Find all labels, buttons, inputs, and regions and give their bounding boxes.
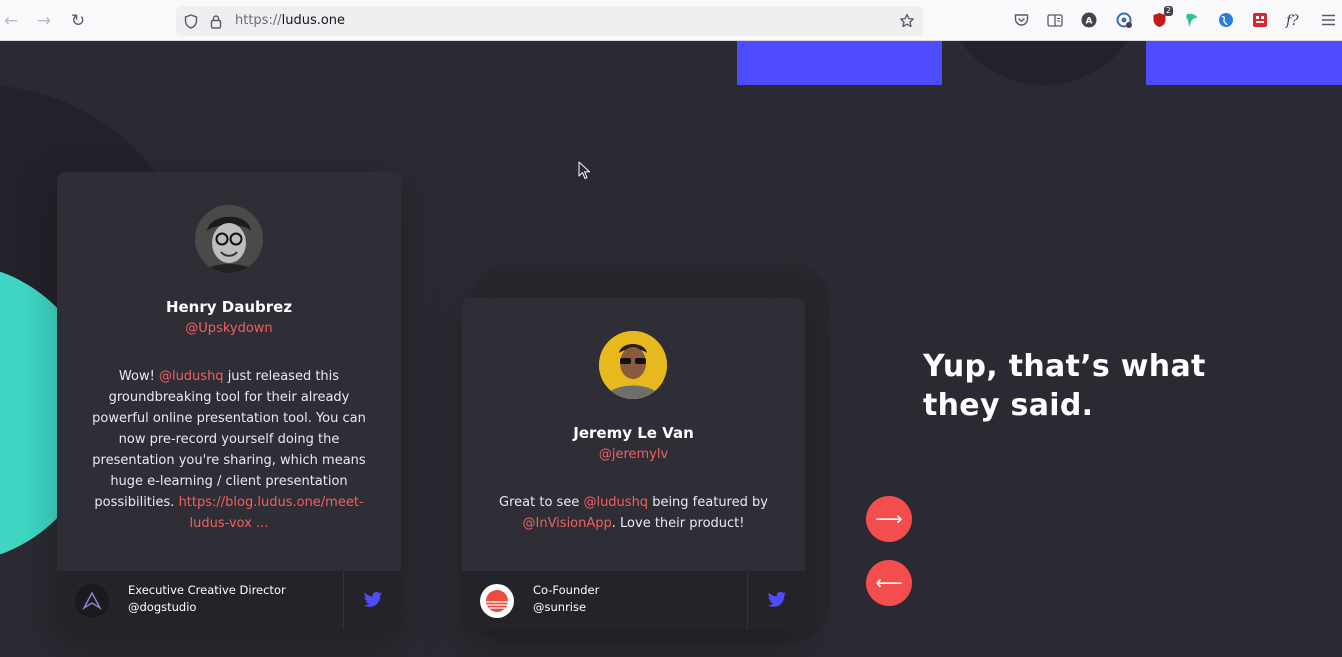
twitter-icon[interactable] xyxy=(767,591,787,609)
green-extension-icon[interactable] xyxy=(1183,11,1201,29)
author-handle-link[interactable]: @Upskydown xyxy=(57,321,401,336)
blue-block-right-decoration xyxy=(1146,41,1342,85)
dogstudio-logo xyxy=(75,584,109,618)
blog-link[interactable]: https://blog.ludus.one/meet-ludus-vox ..… xyxy=(179,495,364,531)
lock-icon[interactable] xyxy=(207,12,225,30)
quote-text: . Love their product! xyxy=(611,516,745,531)
url-text: https://ludus.one xyxy=(235,13,345,28)
author-name: Henry Daubrez xyxy=(165,298,293,316)
quote-text: just released this groundbreaking tool f… xyxy=(92,369,366,510)
ublock-icon[interactable]: 2 xyxy=(1150,6,1173,29)
svg-text:A: A xyxy=(1086,17,1093,27)
privacy-extension-icon[interactable] xyxy=(1115,11,1133,29)
red-grid-extension-icon[interactable] xyxy=(1251,11,1269,29)
reader-view-icon[interactable] xyxy=(1046,11,1064,29)
url-host: ludus.one xyxy=(281,13,346,28)
quote-text: being featured by xyxy=(648,495,768,510)
mention-link[interactable]: @ludushq xyxy=(583,495,648,510)
testimonials-section: Henry Daubrez @Upskydown Wow! @ludushq j… xyxy=(0,41,1342,657)
svg-text:f?: f? xyxy=(1285,13,1299,28)
url-protocol: https:// xyxy=(235,13,282,28)
blue-block-left-decoration xyxy=(737,41,942,85)
sunrise-logo xyxy=(480,584,514,618)
company-handle: @dogstudio xyxy=(128,600,197,614)
menu-icon[interactable] xyxy=(1319,11,1337,29)
testimonial-card-henry: Henry Daubrez @Upskydown Wow! @ludushq j… xyxy=(57,172,401,630)
author-handle-link[interactable]: @jeremylv xyxy=(462,447,805,462)
testimonial-quote: Wow! @ludushq just released this groundb… xyxy=(89,366,369,534)
pocket-icon[interactable] xyxy=(1012,11,1030,29)
footer-divider xyxy=(747,571,748,630)
shield-icon[interactable] xyxy=(182,12,200,30)
author-role: Co-Founder @sunrise xyxy=(533,582,599,616)
card-footer: Co-Founder @sunrise xyxy=(462,571,805,630)
company-handle: @sunrise xyxy=(533,600,587,614)
author-role: Executive Creative Director @dogstudio xyxy=(128,582,286,616)
browser-toolbar: ← → ↻ https://ludus.one A 2 f? xyxy=(0,0,1342,41)
dark-arc-decoration xyxy=(942,41,1146,85)
author-name: Jeremy Le Van xyxy=(573,424,694,442)
role-title: Co-Founder xyxy=(533,583,600,597)
quote-text: Wow! xyxy=(118,369,159,384)
extension-badge: 2 xyxy=(1163,6,1173,16)
mention-link[interactable]: @ludushq xyxy=(159,369,224,384)
back-icon[interactable]: ← xyxy=(0,10,22,32)
mention-link[interactable]: @InVisionApp xyxy=(523,516,612,531)
avatar xyxy=(195,205,263,273)
mouse-cursor-icon xyxy=(578,161,591,185)
testimonial-card-jeremy: Jeremy Le Van @jeremylv Great to see @lu… xyxy=(462,298,805,630)
forward-icon[interactable]: → xyxy=(33,10,55,32)
twitter-icon[interactable] xyxy=(363,591,383,609)
next-arrow-button[interactable]: ⟶ xyxy=(866,496,912,542)
account-extension-icon[interactable]: A xyxy=(1080,11,1098,29)
reload-icon[interactable]: ↻ xyxy=(67,10,89,32)
testimonial-quote: Great to see @ludushq being featured by … xyxy=(486,492,781,534)
card-footer: Executive Creative Director @dogstudio xyxy=(57,571,401,630)
globe-extension-icon[interactable] xyxy=(1217,11,1235,29)
footer-divider xyxy=(343,571,344,630)
bookmark-star-icon[interactable] xyxy=(898,12,916,30)
address-bar[interactable]: https://ludus.one xyxy=(176,6,923,36)
role-title: Executive Creative Director xyxy=(128,583,286,597)
avatar xyxy=(599,331,667,399)
section-headline: Yup, that’s what they said. xyxy=(923,349,1206,423)
font-finder-icon[interactable]: f? xyxy=(1285,11,1303,29)
quote-text: Great to see xyxy=(499,495,584,510)
previous-arrow-button[interactable]: ⟵ xyxy=(866,560,912,606)
